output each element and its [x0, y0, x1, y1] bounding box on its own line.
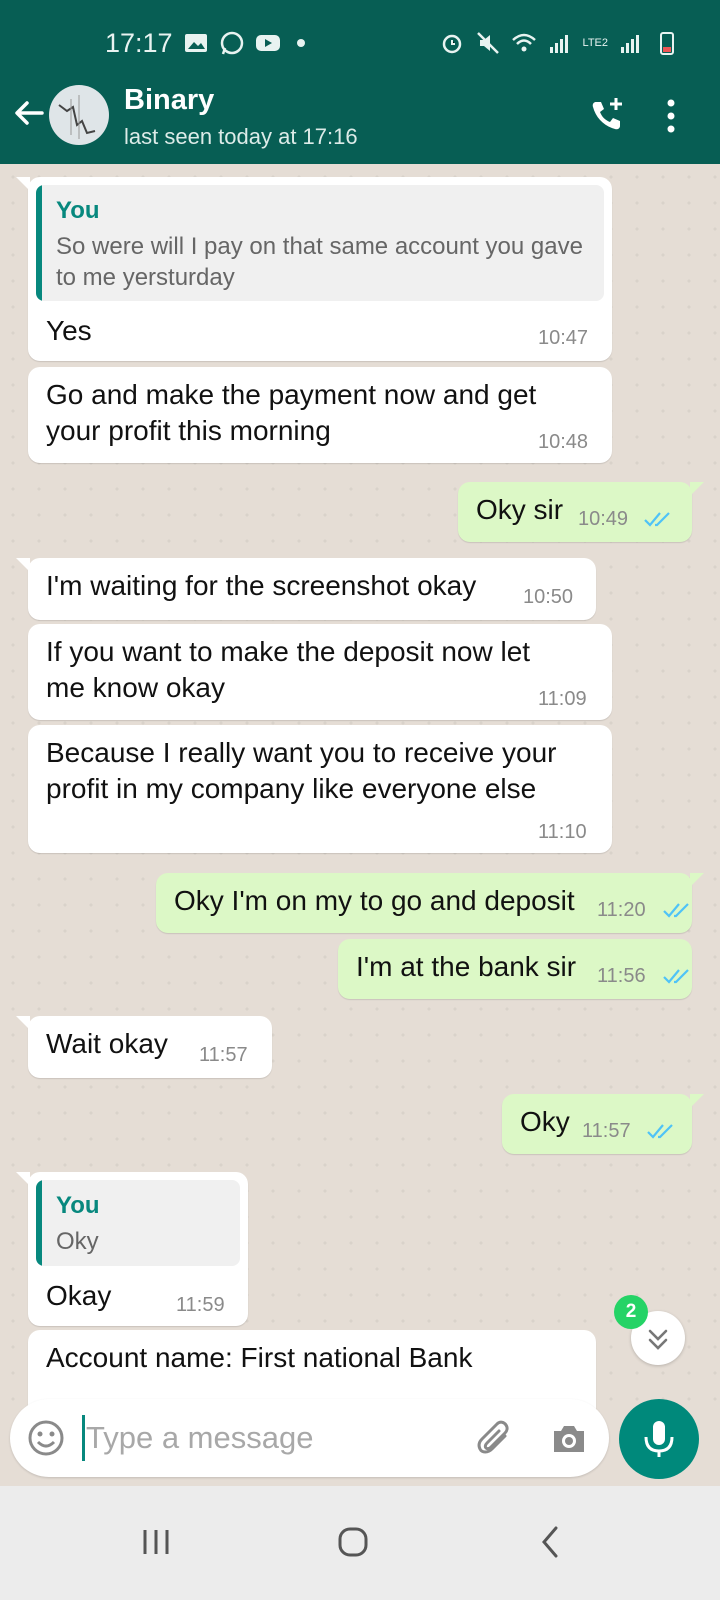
message-time: 10:49 [578, 508, 629, 530]
network-label: LTE2 [582, 36, 608, 49]
message-time: 10:50 [523, 586, 574, 608]
message-text: Oky sir [476, 494, 564, 525]
message-text: Go and make the payment now and get your… [46, 379, 537, 446]
message-time: 11:59 [176, 1294, 225, 1316]
system-nav-bar [0, 1486, 720, 1600]
message-input[interactable]: Type a message [86, 1420, 313, 1456]
whatsapp-icon [220, 31, 244, 55]
message-text: Because I really want you to receive you… [46, 737, 557, 804]
battery-icon [660, 32, 674, 55]
gallery-icon [185, 34, 207, 52]
read-ticks-icon [647, 1124, 673, 1139]
home-icon[interactable] [323, 1512, 383, 1572]
message-text: Account name: First national Bank [46, 1342, 473, 1373]
message-text: Oky [520, 1106, 570, 1137]
message-bubble[interactable]: You So were will I pay on that same acco… [16, 177, 612, 361]
back-arrow-icon[interactable] [12, 96, 46, 130]
quote-author: You [56, 1192, 100, 1219]
message-text: I'm waiting for the screenshot okay [46, 570, 477, 601]
message-list[interactable]: You So were will I pay on that same acco… [0, 164, 720, 1420]
nav-back-icon[interactable] [520, 1512, 580, 1572]
recents-icon[interactable] [126, 1512, 186, 1572]
avatar[interactable] [49, 85, 109, 145]
quoted-message[interactable]: You So were will I pay on that same acco… [36, 185, 604, 301]
message-time: 10:48 [538, 431, 589, 453]
signal-icon [549, 35, 568, 53]
avatar-chart-image [58, 95, 96, 139]
quote-text: Oky [56, 1228, 99, 1255]
attach-icon[interactable] [475, 1418, 515, 1458]
last-seen-status: last seen today at 17:16 [124, 124, 358, 149]
read-ticks-icon [644, 512, 670, 527]
message-time: 11:09 [538, 688, 587, 710]
message-time: 11:10 [538, 821, 587, 843]
add-call-icon[interactable] [588, 96, 626, 134]
quoted-message[interactable]: You Oky [36, 1180, 240, 1266]
message-text: If you want to make the deposit now let … [46, 636, 531, 703]
message-time: 11:56 [597, 965, 646, 987]
message-bubble[interactable]: You Oky Okay 11:59 [16, 1172, 248, 1326]
notification-icons [183, 30, 305, 56]
more-options-icon[interactable] [665, 98, 677, 134]
emoji-icon[interactable] [27, 1419, 65, 1457]
message-bubble[interactable]: I'm at the bank sir 11:56 [338, 939, 692, 999]
message-text: Oky I'm on my to go and deposit [174, 885, 575, 916]
message-bubble[interactable]: Oky 11:57 [502, 1094, 704, 1154]
message-bubble[interactable]: Oky I'm on my to go and deposit 11:20 [156, 873, 704, 933]
read-ticks-icon [663, 969, 689, 984]
message-text: I'm at the bank sir [356, 951, 577, 982]
mute-icon [476, 32, 499, 54]
message-bubble[interactable]: If you want to make the deposit now let … [28, 624, 612, 720]
message-bubble[interactable]: I'm waiting for the screenshot okay 10:5… [16, 558, 596, 620]
message-time: 11:57 [199, 1044, 248, 1066]
status-time: 17:17 [105, 28, 173, 58]
message-composer[interactable]: Type a message [10, 1399, 609, 1477]
wifi-icon [511, 33, 536, 52]
message-bubble[interactable]: Oky sir 10:49 [458, 482, 704, 542]
alarm-icon [442, 34, 461, 54]
read-ticks-icon [663, 903, 689, 918]
message-time: 11:20 [597, 899, 646, 921]
youtube-icon [256, 35, 280, 51]
status-bar: 17:17 LTE2 [0, 0, 720, 68]
message-text: Wait okay [46, 1028, 168, 1059]
signal-icon-2 [621, 35, 639, 53]
text-caret [82, 1415, 85, 1461]
message-text: Okay [46, 1280, 112, 1311]
message-text: Yes [46, 315, 92, 346]
message-time: 10:47 [538, 327, 589, 349]
unread-count-badge: 2 [614, 1295, 648, 1329]
quote-text: So were will I pay on that same account … [56, 233, 583, 291]
mic-icon [644, 1421, 674, 1457]
message-bubble[interactable]: Because I really want you to receive you… [28, 725, 612, 853]
system-icons: LTE2 [439, 30, 680, 56]
message-bubble[interactable]: Wait okay 11:57 [16, 1016, 272, 1078]
more-notifications-dot [297, 39, 305, 47]
voice-record-button[interactable] [619, 1399, 699, 1479]
message-bubble[interactable]: Go and make the payment now and get your… [28, 367, 612, 463]
chat-header: Binary last seen today at 17:16 [0, 68, 720, 164]
camera-icon[interactable] [550, 1421, 588, 1457]
contact-name[interactable]: Binary [124, 84, 214, 117]
message-time: 11:57 [582, 1120, 631, 1142]
quote-author: You [56, 197, 100, 224]
